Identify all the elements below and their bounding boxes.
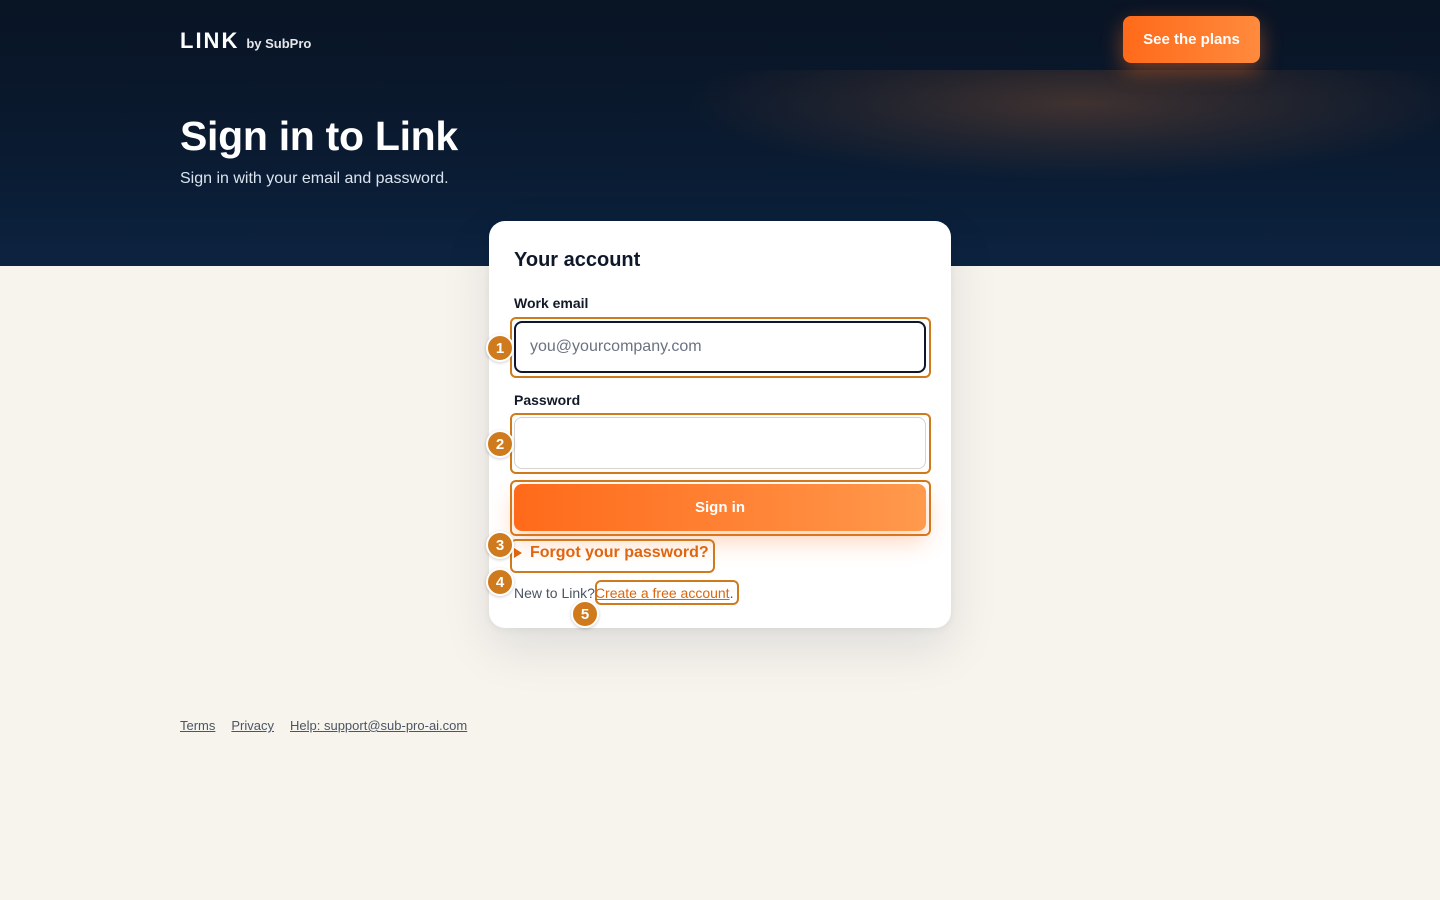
forgot-password-label: Forgot your password? xyxy=(530,544,709,561)
privacy-link[interactable]: Privacy xyxy=(231,718,274,733)
see-plans-button[interactable]: See the plans xyxy=(1123,16,1260,63)
help-link[interactable]: Help: support@sub-pro-ai.com xyxy=(290,718,467,733)
disclosure-triangle-icon xyxy=(514,548,522,558)
forgot-password-toggle[interactable]: Forgot your password? xyxy=(514,544,709,562)
logo-subtext: by SubPro xyxy=(246,36,312,51)
password-label: Password xyxy=(514,392,581,408)
logo[interactable]: LINK by SubPro xyxy=(180,28,311,54)
signin-card: Your account Work email Password Sign in… xyxy=(489,221,951,628)
page-title: Sign in to Link xyxy=(180,113,458,159)
email-field[interactable] xyxy=(514,321,926,373)
new-to-link-text: New to Link? xyxy=(514,585,595,601)
hero-glow xyxy=(680,70,1440,180)
annotation-badge-4: 4 xyxy=(486,568,514,596)
annotation-badge-5: 5 xyxy=(571,600,599,628)
footer-links: Terms Privacy Help: support@sub-pro-ai.c… xyxy=(180,718,467,733)
password-field[interactable] xyxy=(514,417,926,469)
create-account-link[interactable]: Create a free account xyxy=(595,585,730,601)
annotation-badge-2: 2 xyxy=(486,430,514,458)
email-label: Work email xyxy=(514,295,589,311)
annotation-badge-3: 3 xyxy=(486,531,514,559)
card-title: Your account xyxy=(514,249,641,271)
signup-prompt: New to Link?Create a free account. xyxy=(514,585,733,601)
signup-suffix: . xyxy=(729,585,734,601)
sign-in-button[interactable]: Sign in xyxy=(514,484,926,531)
terms-link[interactable]: Terms xyxy=(180,718,215,733)
annotation-badge-1: 1 xyxy=(486,334,514,362)
logo-text: LINK xyxy=(180,28,240,53)
page-subtitle: Sign in with your email and password. xyxy=(180,170,449,187)
